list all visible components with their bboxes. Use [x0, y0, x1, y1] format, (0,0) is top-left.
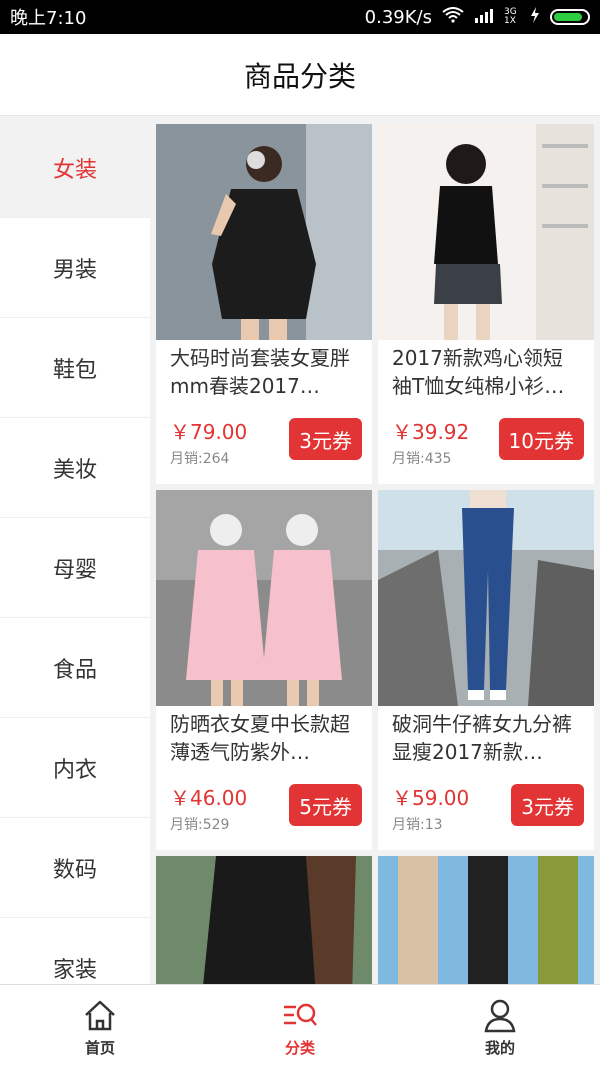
sidebar-item-digital[interactable]: 数码: [0, 818, 150, 918]
product-title: 防晒衣女夏中长款超薄透气防紫外…: [170, 712, 350, 764]
sidebar-item-label: 鞋包: [52, 357, 97, 383]
product-image[interactable]: [378, 856, 594, 984]
product-image[interactable]: [156, 490, 372, 706]
category-sidebar: 女装 男装 鞋包 美妆 母婴 食品 内衣 数码 家装: [0, 118, 150, 984]
product-card[interactable]: 大码时尚套装女夏胖mm春装2017… ￥79.00 月销:264 3元券: [156, 124, 372, 484]
product-image[interactable]: [156, 124, 372, 340]
status-bar: 晚上7:10 0.39K/s 3G 1X: [0, 0, 600, 34]
product-price: ￥59.00: [392, 786, 470, 810]
network-speed: 0.39K/s: [364, 6, 432, 28]
tab-label: 分类: [284, 1038, 315, 1057]
page-header: 商品分类: [0, 34, 600, 116]
coupon-button[interactable]: 10元券: [498, 418, 584, 460]
product-card[interactable]: 破洞牛仔裤女九分裤显瘦2017新款… ￥59.00 月销:13 3元券: [378, 490, 594, 850]
sidebar-item-label: 数码: [52, 857, 97, 883]
sidebar-item-beauty[interactable]: 美妆: [0, 418, 150, 518]
sim-labels: 3G 1X: [504, 7, 517, 26]
product-list[interactable]: 大码时尚套装女夏胖mm春装2017… ￥79.00 月销:264 3元券 201…: [150, 118, 600, 984]
status-time: 晚上7:10: [10, 8, 87, 29]
sidebar-item-label: 母婴: [52, 557, 97, 583]
product-card[interactable]: 2017新款鸡心领短袖T恤女纯棉小衫… ￥39.92 月销:435 10元券: [378, 124, 594, 484]
sidebar-item-shoes-bags[interactable]: 鞋包: [0, 318, 150, 418]
product-sales: 月销:264: [170, 451, 230, 467]
product-price: ￥39.92: [392, 420, 470, 444]
sidebar-item-underwear[interactable]: 内衣: [0, 718, 150, 818]
sidebar-item-label: 内衣: [52, 757, 97, 783]
product-image[interactable]: [378, 490, 594, 706]
coupon-button[interactable]: 3元券: [511, 784, 584, 826]
tab-category[interactable]: 分类: [200, 985, 400, 1067]
product-card[interactable]: 防晒衣女夏中长款超薄透气防紫外… ￥46.00 月销:529 5元券: [156, 490, 372, 850]
user-icon: [484, 999, 516, 1032]
tab-home[interactable]: 首页: [0, 985, 200, 1067]
coupon-button[interactable]: 3元券: [289, 418, 362, 460]
signal-icon: [474, 7, 494, 28]
bottom-tab-bar: 首页 分类 我的: [0, 984, 600, 1067]
tab-label: 首页: [84, 1038, 115, 1057]
product-sales: 月销:435: [392, 451, 452, 467]
status-right: 0.39K/s 3G 1X: [364, 6, 590, 28]
coupon-button[interactable]: 5元券: [289, 784, 362, 826]
product-card[interactable]: [378, 856, 594, 984]
product-title: 2017新款鸡心领短袖T恤女纯棉小衫…: [392, 346, 565, 398]
tab-label: 我的: [484, 1038, 515, 1057]
category-search-icon: [284, 1003, 317, 1026]
wifi-icon: [442, 6, 464, 28]
product-title: 破洞牛仔裤女九分裤显瘦2017新款…: [392, 712, 572, 764]
sidebar-item-label: 美妆: [52, 457, 97, 483]
sidebar-item-baby[interactable]: 母婴: [0, 518, 150, 618]
sidebar-item-men[interactable]: 男装: [0, 218, 150, 318]
charging-icon: [530, 6, 540, 28]
sidebar-item-home[interactable]: 家装: [0, 918, 150, 984]
product-sales: 月销:529: [170, 817, 230, 833]
product-price: ￥46.00: [170, 786, 248, 810]
product-price: ￥79.00: [170, 420, 248, 444]
page-title: 商品分类: [243, 59, 356, 93]
sidebar-item-label: 女装: [52, 157, 97, 183]
sidebar-item-food[interactable]: 食品: [0, 618, 150, 718]
tab-profile[interactable]: 我的: [400, 985, 600, 1067]
product-image[interactable]: [378, 124, 594, 340]
sidebar-item-label: 食品: [52, 657, 97, 683]
sidebar-item-women[interactable]: 女装: [0, 118, 150, 218]
sidebar-item-label: 男装: [52, 257, 97, 283]
battery-icon: [550, 9, 590, 25]
sidebar-item-label: 家装: [52, 957, 97, 983]
product-image[interactable]: [156, 856, 372, 984]
product-card[interactable]: [156, 856, 372, 984]
home-icon: [85, 1000, 115, 1030]
product-sales: 月销:13: [392, 817, 443, 833]
product-title: 大码时尚套装女夏胖mm春装2017…: [170, 346, 350, 398]
